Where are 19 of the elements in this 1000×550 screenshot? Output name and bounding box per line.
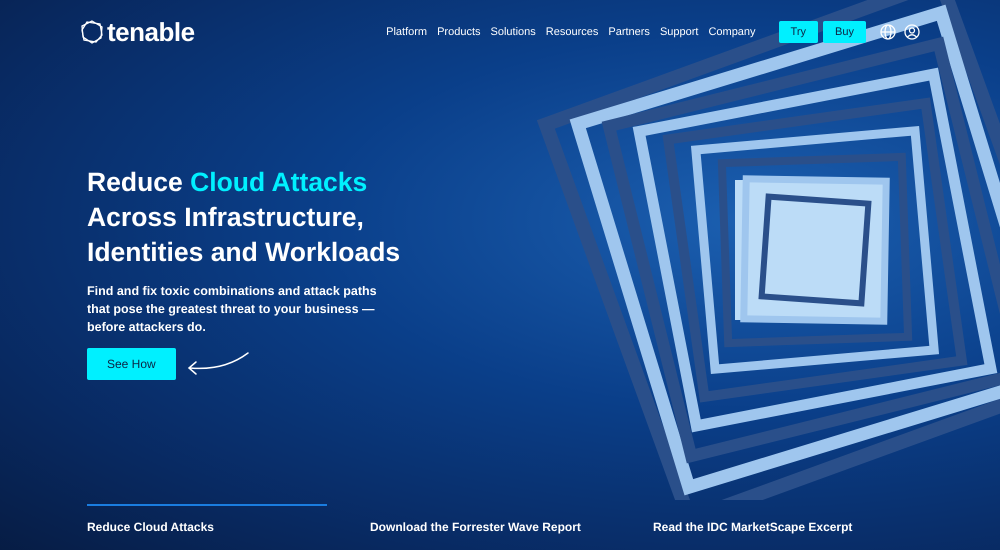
nav-link[interactable]: Platform (386, 26, 428, 38)
nav-link[interactable]: Products (437, 26, 481, 38)
hero-description: Find and fix toxic combinations and attack paths that pose the greatest threat to your business — before attackers do. (87, 283, 378, 336)
nav-link[interactable]: Solutions (490, 26, 536, 38)
logo-icon (80, 20, 104, 44)
headline: Reduce Cloud Attacks Across Infrastructure, Identities and Workloads (87, 166, 402, 269)
nav-link[interactable]: Support (660, 26, 698, 38)
see-how-button[interactable]: See How (87, 348, 176, 380)
nav-link[interactable]: Company (708, 26, 756, 38)
buy-button[interactable]: Buy (823, 21, 866, 43)
slide-tab[interactable]: Download the Forrester Wave Report (370, 504, 653, 534)
nav-link[interactable]: Resources (546, 26, 598, 38)
account-icon[interactable] (904, 24, 920, 40)
globe-icon[interactable] (880, 24, 896, 40)
try-button[interactable]: Try (778, 21, 818, 43)
slide-tab[interactable]: Read the IDC MarketScape Excerpt (653, 504, 936, 534)
slide-tab[interactable]: Reduce Cloud Attacks (87, 504, 327, 534)
nav-link[interactable]: Partners (608, 26, 650, 38)
logo-wordmark[interactable]: tenable (107, 16, 195, 48)
